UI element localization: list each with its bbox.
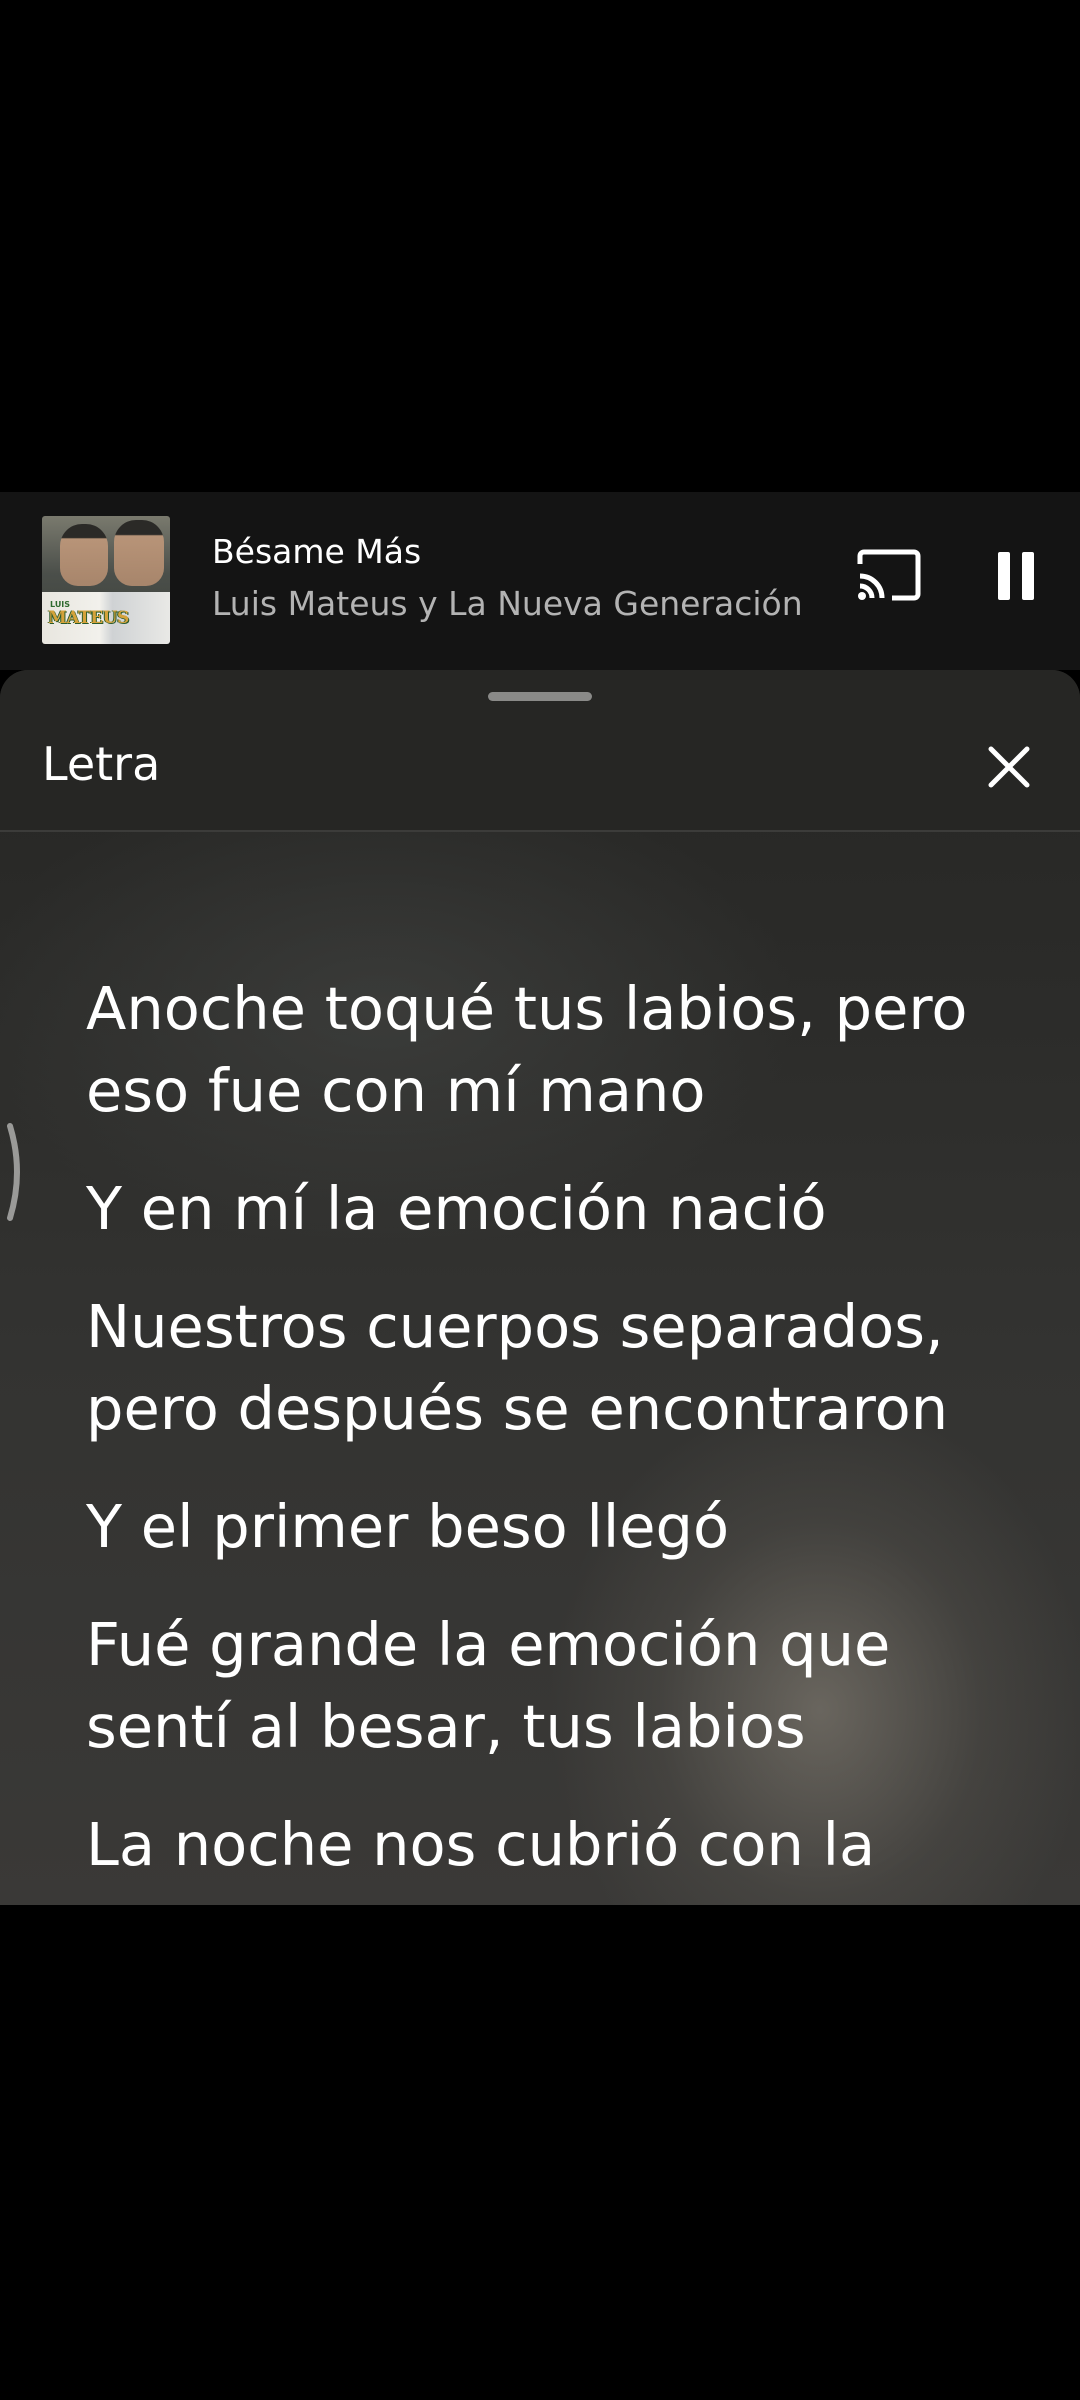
cast-button[interactable]: [852, 542, 924, 614]
mini-player[interactable]: LUIS MATEUS Bésame Más Luis Mateus y La …: [0, 492, 1080, 670]
close-icon: [988, 746, 1030, 788]
album-art-logo: MATEUS: [48, 608, 129, 628]
lyrics-sheet[interactable]: Letra Anoche toqué tus labios, pero eso …: [0, 670, 1080, 1905]
lyric-line: Y en mí la emoción nació: [86, 1174, 827, 1243]
bottom-blank-area: [0, 1905, 1080, 2400]
lyric-line: Anoche toqué tus labios, pero eso fue co…: [86, 974, 968, 1125]
pause-icon: [998, 552, 1034, 600]
track-artist: Luis Mateus y La Nueva Generación: [212, 584, 803, 623]
album-art-figure-left: [60, 524, 108, 586]
album-art: LUIS MATEUS: [42, 516, 170, 644]
pause-button[interactable]: [980, 544, 1052, 616]
lyric-line: La noche nos cubrió con la: [86, 1810, 876, 1879]
lyrics-sheet-title: Letra: [42, 737, 161, 791]
lyric-line: Nuestros cuerpos separados, pero después…: [86, 1292, 949, 1443]
close-button[interactable]: [984, 742, 1034, 792]
side-bracket-icon: [7, 1123, 20, 1221]
drag-handle[interactable]: [488, 692, 592, 701]
lyric-line: Y el primer beso llegó: [86, 1492, 730, 1561]
lyrics-body[interactable]: Anoche toqué tus labios, pero eso fue co…: [86, 968, 1016, 1905]
track-title: Bésame Más: [212, 532, 422, 571]
cast-icon: [857, 549, 921, 601]
album-art-figure-right: [114, 520, 164, 586]
status-area-blank: [0, 0, 1080, 492]
lyrics-sheet-header: Letra: [0, 670, 1080, 832]
lyric-line: Fué grande la emoción que sentí al besar…: [86, 1610, 891, 1761]
